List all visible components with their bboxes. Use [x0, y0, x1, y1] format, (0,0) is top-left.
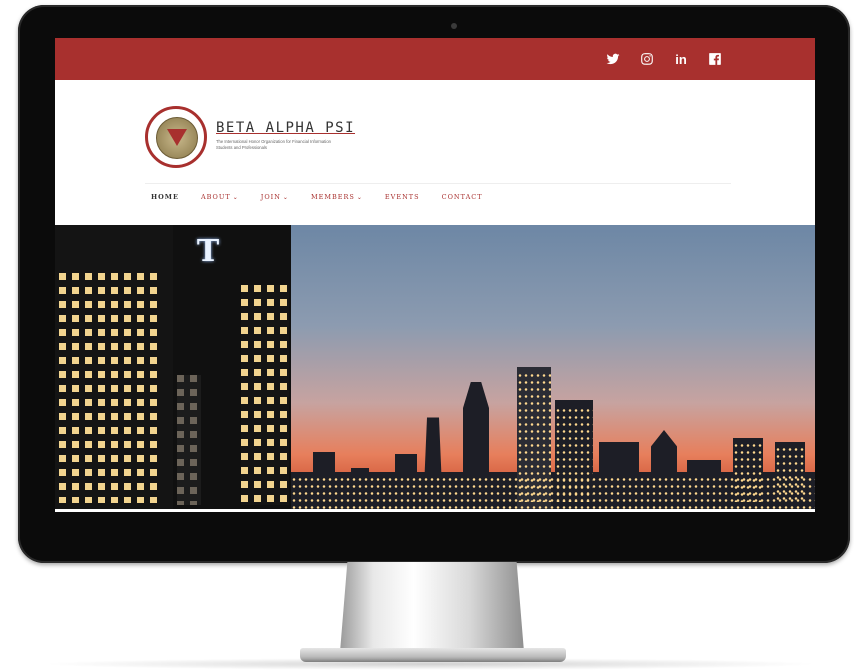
brand: BETA ALPHA PSI The International Honor O…	[216, 120, 355, 151]
hero-image: T	[55, 225, 815, 512]
social-links: in	[605, 38, 723, 80]
nav-contact[interactable]: Contact	[442, 193, 483, 201]
chevron-down-icon: ⌄	[356, 194, 363, 201]
social-bar: in	[55, 38, 815, 80]
nav-about[interactable]: About ⌄	[201, 193, 239, 201]
triangle-emblem-icon	[167, 129, 187, 146]
chevron-down-icon: ⌄	[232, 194, 239, 201]
brand-name: BETA ALPHA PSI	[216, 120, 356, 136]
nav-events-label: Events	[384, 193, 420, 201]
site-logo[interactable]: BETA ALPHA PSI The International Honor O…	[145, 106, 355, 168]
linkedin-icon[interactable]: in	[673, 51, 689, 67]
twitter-icon[interactable]	[605, 51, 621, 67]
nav-members-label: Members	[310, 193, 355, 201]
facebook-icon[interactable]	[707, 51, 723, 67]
nav-join-label: Join	[260, 193, 281, 201]
chevron-down-icon: ⌄	[282, 194, 289, 201]
instagram-icon[interactable]	[639, 51, 655, 67]
hero-bottom-edge	[55, 509, 815, 512]
nav-about-label: About	[200, 193, 231, 201]
t-sign: T	[196, 234, 220, 269]
lit-windows	[733, 442, 763, 502]
monitor-screen: in BETA ALPHA PSI The International Hono…	[55, 38, 815, 512]
site-header: BETA ALPHA PSI The International Honor O…	[55, 80, 815, 225]
main-nav: Home About ⌄ Join ⌄ Members ⌄ Events Contac…	[151, 193, 483, 201]
nav-home[interactable]: Home	[151, 193, 179, 201]
webcam-icon	[451, 23, 457, 29]
stand-shadow	[40, 658, 820, 670]
nav-contact-label: Contact	[441, 193, 483, 201]
nav-home-label: Home	[151, 193, 179, 201]
seal-emblem	[156, 117, 198, 159]
brand-tagline: The International Honor Organization for…	[216, 139, 331, 150]
nav-members[interactable]: Members ⌄	[311, 193, 363, 201]
seal-logo-icon	[145, 106, 207, 168]
center-building-windows	[241, 285, 289, 505]
nav-divider	[145, 183, 731, 184]
nav-join[interactable]: Join ⌄	[261, 193, 289, 201]
nav-events[interactable]: Events	[385, 193, 420, 201]
monitor-stand	[340, 562, 524, 652]
center-building-side-windows	[177, 375, 201, 505]
lit-windows	[775, 446, 805, 502]
left-building-windows	[59, 273, 159, 503]
